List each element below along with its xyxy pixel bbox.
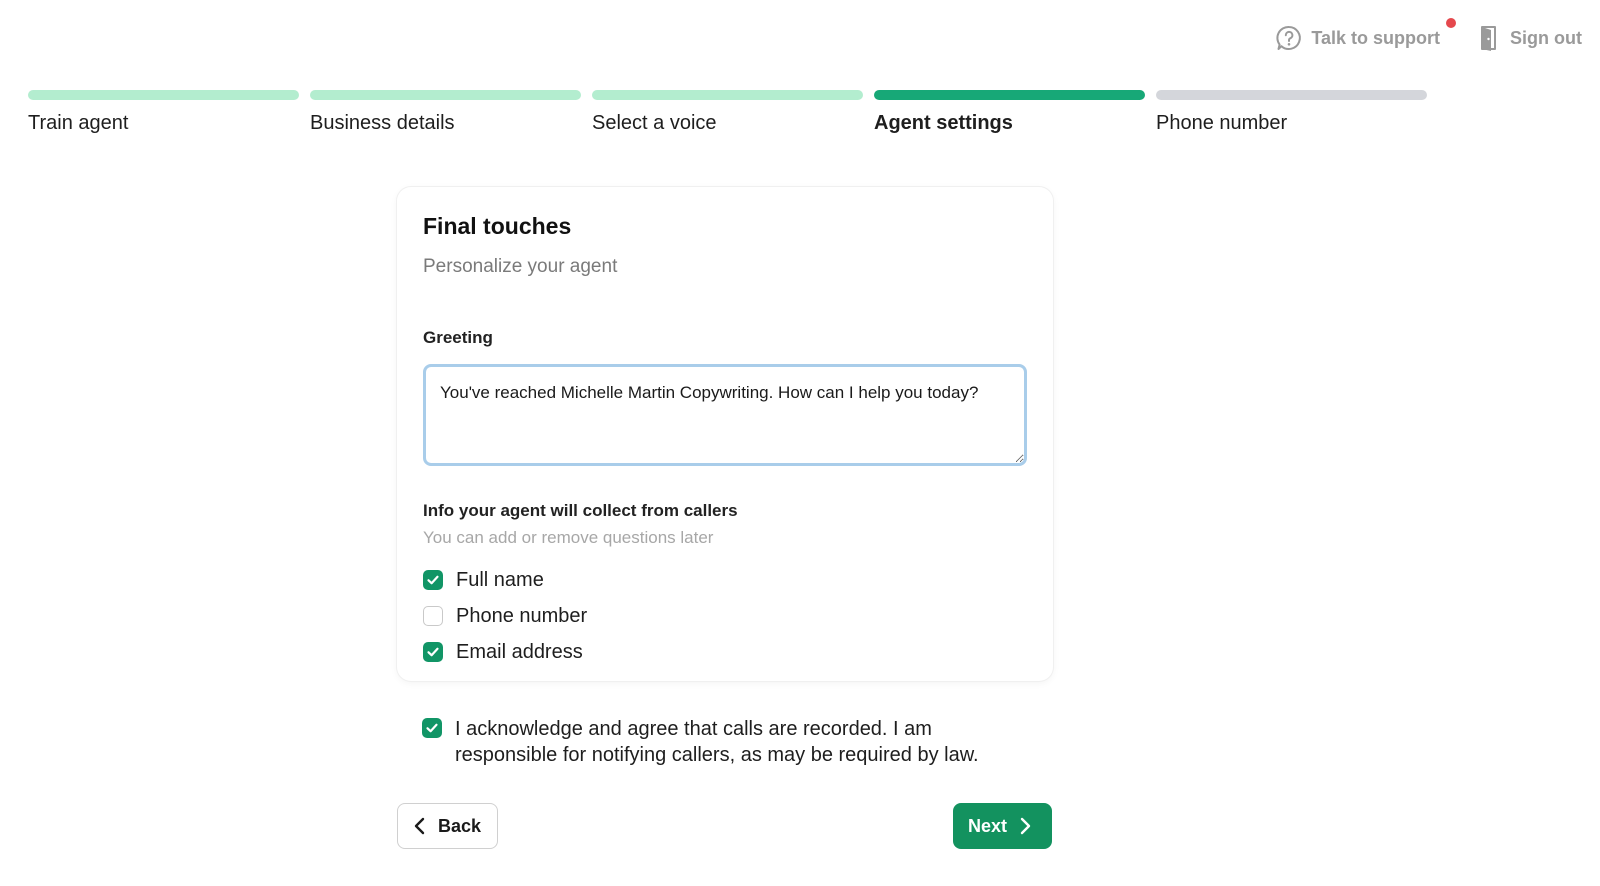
chevron-left-icon	[414, 817, 425, 835]
greeting-label: Greeting	[423, 328, 493, 347]
greeting-textarea[interactable]: You've reached Michelle Martin Copywriti…	[423, 364, 1027, 466]
step-select-a-voice[interactable]: Select a voice	[592, 90, 863, 135]
step-progress-bar	[874, 90, 1145, 100]
check-icon	[427, 647, 439, 657]
step-label: Business details	[310, 112, 455, 134]
help-circle-icon	[1275, 24, 1303, 52]
email-address-checkbox[interactable]	[423, 642, 443, 662]
step-label: Train agent	[28, 112, 129, 134]
collect-info-subtitle: You can add or remove questions later	[423, 528, 714, 547]
option-email-address[interactable]: Email address	[423, 634, 1027, 670]
option-label: Email address	[456, 640, 583, 663]
next-button[interactable]: Next	[953, 803, 1052, 849]
phone-number-checkbox[interactable]	[423, 606, 443, 626]
option-phone-number[interactable]: Phone number	[423, 598, 1027, 634]
recording-consent[interactable]: I acknowledge and agree that calls are r…	[422, 716, 1025, 768]
step-label: Phone number	[1156, 112, 1288, 134]
step-agent-settings[interactable]: Agent settings	[874, 90, 1145, 135]
final-touches-card: Final touches Personalize your agent Gre…	[397, 187, 1053, 681]
step-progress-bar	[310, 90, 581, 100]
check-icon	[427, 575, 439, 585]
notification-dot	[1446, 18, 1457, 28]
consent-text: I acknowledge and agree that calls are r…	[455, 718, 979, 766]
step-train-agent[interactable]: Train agent	[28, 90, 299, 135]
back-label: Back	[438, 815, 482, 836]
consent-checkbox[interactable]	[422, 718, 442, 738]
step-progress-bar	[28, 90, 299, 100]
top-bar: Talk to support Sign out	[1275, 18, 1582, 52]
option-label: Full name	[456, 568, 544, 591]
talk-to-support-link[interactable]: Talk to support	[1275, 18, 1457, 52]
door-exit-icon	[1478, 24, 1502, 52]
chevron-right-icon	[1020, 817, 1031, 835]
next-label: Next	[968, 815, 1008, 836]
step-progress-bar	[592, 90, 863, 100]
card-subtitle: Personalize your agent	[423, 256, 618, 277]
collect-info-title: Info your agent will collect from caller…	[423, 501, 738, 520]
progress-steps: Train agent Business details Select a vo…	[28, 90, 1427, 135]
step-label: Select a voice	[592, 112, 717, 134]
card-title: Final touches	[423, 213, 572, 239]
check-icon	[426, 723, 438, 733]
option-full-name[interactable]: Full name	[423, 562, 1027, 598]
step-business-details[interactable]: Business details	[310, 90, 581, 135]
talk-to-support-label: Talk to support	[1311, 27, 1441, 48]
step-phone-number[interactable]: Phone number	[1156, 90, 1427, 135]
sign-out-label: Sign out	[1510, 27, 1582, 48]
step-progress-bar	[1156, 90, 1427, 100]
full-name-checkbox[interactable]	[423, 570, 443, 590]
sign-out-link[interactable]: Sign out	[1478, 24, 1582, 52]
step-label: Agent settings	[874, 112, 1013, 134]
back-button[interactable]: Back	[397, 803, 498, 849]
option-label: Phone number	[456, 604, 588, 627]
collect-options-list: Full name Phone number Email address	[423, 562, 1027, 670]
